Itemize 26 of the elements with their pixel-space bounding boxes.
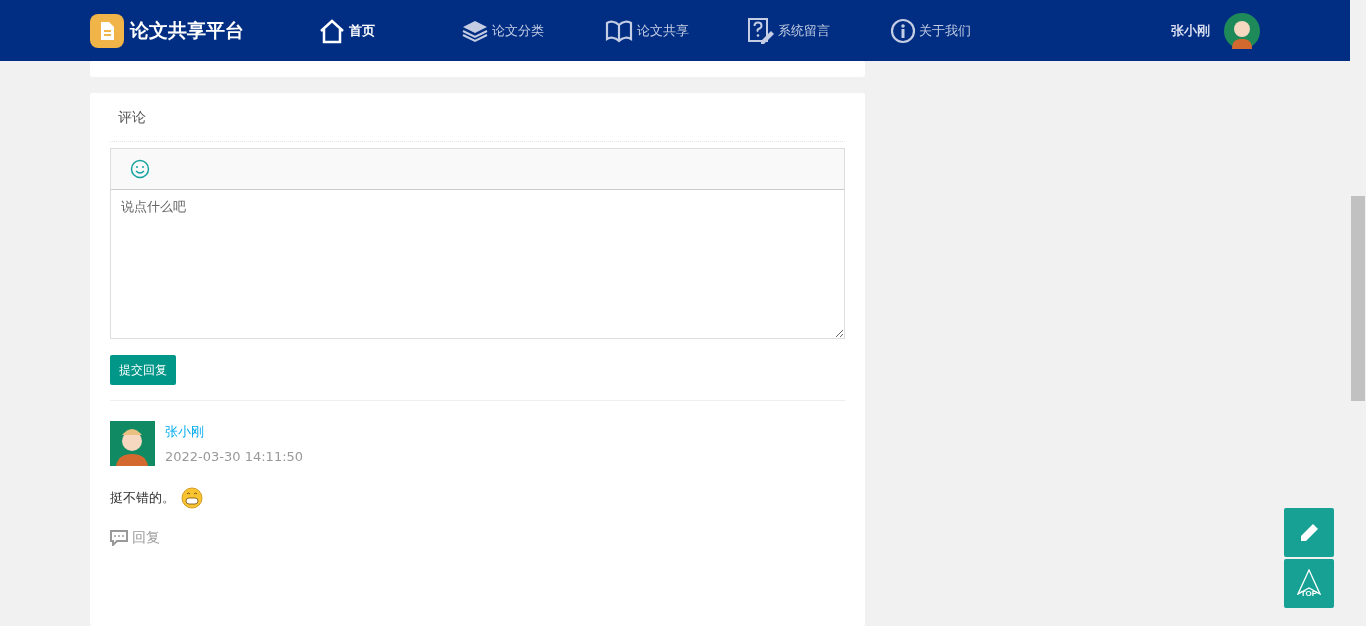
info-icon	[890, 17, 916, 44]
nav-link[interactable]: 关于我们	[890, 16, 995, 45]
nav-link[interactable]: 论文分类	[461, 16, 566, 45]
comment-editor[interactable]: 说点什么吧	[110, 148, 845, 339]
nav-link[interactable]: 首页	[318, 16, 423, 45]
site-title[interactable]: 论文共享平台	[130, 17, 244, 44]
emoji-icon[interactable]	[130, 159, 150, 179]
nav-link[interactable]: 论文共享	[604, 16, 709, 45]
nav-link[interactable]: 系统留言	[747, 16, 852, 45]
question-pencil-icon	[747, 16, 775, 45]
document-logo-icon	[90, 13, 124, 48]
avatar	[110, 421, 155, 466]
comment-time: 2022-03-30 14:11:50	[165, 449, 304, 464]
avatar[interactable]	[1224, 12, 1260, 49]
layers-icon	[461, 18, 489, 43]
comment-text: 挺不错的。	[110, 489, 175, 507]
pencil-icon	[1298, 521, 1320, 544]
edit-button[interactable]	[1284, 508, 1334, 557]
speech-bubble-icon	[110, 530, 128, 546]
grinning-emoji-icon	[181, 487, 203, 509]
section-title: 评论	[110, 93, 845, 142]
home-icon	[318, 17, 346, 44]
arrow-icon	[1297, 569, 1321, 595]
user-name[interactable]: 张小刚	[1171, 21, 1210, 40]
book-icon	[604, 18, 634, 43]
submit-reply-button[interactable]: 提交回复	[110, 355, 176, 385]
